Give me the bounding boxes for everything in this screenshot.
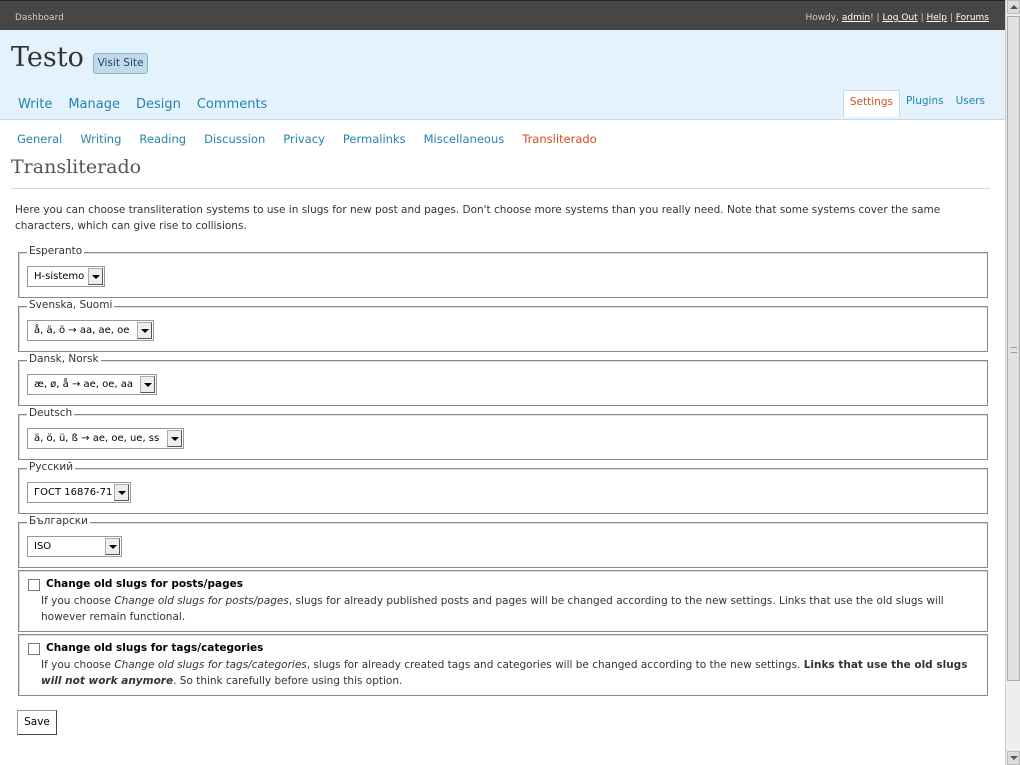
visit-site-button[interactable]: Visit Site (93, 53, 148, 74)
nav-comments[interactable]: Comments (197, 97, 267, 112)
change-tags-description: If you choose Change old slugs for tags/… (41, 659, 968, 687)
help-link[interactable]: Help (926, 13, 947, 23)
subnav-miscellaneous[interactable]: Miscellaneous (424, 132, 505, 146)
fieldset-legend: Русский (27, 461, 76, 473)
save-button[interactable]: Save (17, 710, 57, 735)
svenska-suomi-select[interactable]: å, ä, ö → aa, ae, oe (27, 320, 154, 341)
chevron-down-icon (114, 484, 129, 501)
scroll-up-icon[interactable] (1007, 0, 1020, 14)
change-tags-checkbox[interactable] (28, 643, 40, 655)
fieldset-legend: Esperanto (27, 245, 85, 257)
forums-link[interactable]: Forums (956, 13, 989, 23)
fieldset-legend: Dansk, Norsk (27, 353, 101, 365)
esperanto-select[interactable]: H-sistemo (27, 266, 105, 287)
admin-top-bar: Dashboard Howdy, admin! | Log Out | Help… (0, 0, 1005, 30)
site-title: Testo (11, 42, 84, 73)
vertical-scrollbar[interactable] (1005, 0, 1020, 765)
scroll-down-icon[interactable] (1007, 751, 1020, 765)
russkiy-select[interactable]: ГОСТ 16876-71 (27, 482, 131, 503)
balgarski-select[interactable]: ISO (27, 536, 122, 557)
side-nav: Settings Plugins Users (842, 90, 991, 117)
change-posts-checkbox[interactable] (28, 579, 40, 591)
dansk-norsk-select[interactable]: æ, ø, å → ae, oe, aa (27, 374, 157, 395)
chevron-down-icon (137, 322, 152, 339)
subnav-discussion[interactable]: Discussion (204, 132, 265, 146)
chevron-down-icon (167, 430, 182, 447)
fieldset-change-posts: Change old slugs for posts/pages If you … (18, 570, 988, 632)
chevron-down-icon (105, 538, 120, 555)
nav-manage[interactable]: Manage (68, 97, 120, 112)
grip-icon (1011, 347, 1017, 353)
page-title: Transliterado (11, 156, 142, 178)
subnav-permalinks[interactable]: Permalinks (343, 132, 406, 146)
subnav-privacy[interactable]: Privacy (283, 132, 325, 146)
subnav-general[interactable]: General (17, 132, 62, 146)
nav-settings[interactable]: Settings (842, 90, 900, 117)
deutsch-select[interactable]: ä, ö, ü, ß → ae, oe, ue, ss (27, 428, 184, 449)
fieldset-change-tags: Change old slugs for tags/categories If … (18, 634, 988, 696)
subnav-reading[interactable]: Reading (139, 132, 186, 146)
fieldset-svenska-suomi: Svenska, Suomi å, ä, ö → aa, ae, oe (18, 299, 988, 352)
nav-users[interactable]: Users (950, 90, 991, 116)
nav-write[interactable]: Write (18, 97, 52, 112)
fieldset-dansk-norsk: Dansk, Norsk æ, ø, å → ae, oe, aa (18, 353, 988, 406)
title-divider (11, 188, 990, 189)
fieldset-legend: Deutsch (27, 407, 75, 419)
change-tags-label[interactable]: Change old slugs for tags/categories (46, 642, 263, 654)
change-posts-label[interactable]: Change old slugs for posts/pages (46, 578, 243, 590)
user-links: Howdy, admin! | Log Out | Help | Forums (805, 13, 989, 23)
fieldset-russkiy: Русский ГОСТ 16876-71 (18, 461, 988, 514)
change-posts-description: If you choose Change old slugs for posts… (41, 595, 944, 623)
scroll-thumb[interactable] (1007, 16, 1020, 681)
fieldset-balgarski: Български ISO (18, 515, 988, 568)
subnav-writing[interactable]: Writing (80, 132, 121, 146)
admin-header: Testo Visit Site Write Manage Design Commen… (0, 30, 1005, 120)
fieldset-legend: Svenska, Suomi (27, 299, 115, 311)
fieldset-esperanto: Esperanto H-sistemo (18, 245, 988, 298)
username-link[interactable]: admin (842, 13, 870, 23)
dashboard-link[interactable]: Dashboard (15, 13, 64, 23)
main-nav: Write Manage Design Comments (18, 97, 283, 112)
nav-design[interactable]: Design (136, 97, 181, 112)
settings-sub-nav: General Writing Reading Discussion Privacy Pe… (17, 132, 615, 146)
subnav-transliterado[interactable]: Transliterado (522, 132, 596, 146)
fieldset-deutsch: Deutsch ä, ö, ü, ß → ae, oe, ue, ss (18, 407, 988, 460)
chevron-down-icon (88, 268, 103, 285)
intro-text: Here you can choose transliteration syst… (15, 204, 941, 232)
fieldset-legend: Български (27, 515, 90, 527)
chevron-down-icon (140, 376, 155, 393)
logout-link[interactable]: Log Out (882, 13, 917, 23)
nav-plugins[interactable]: Plugins (900, 90, 950, 116)
